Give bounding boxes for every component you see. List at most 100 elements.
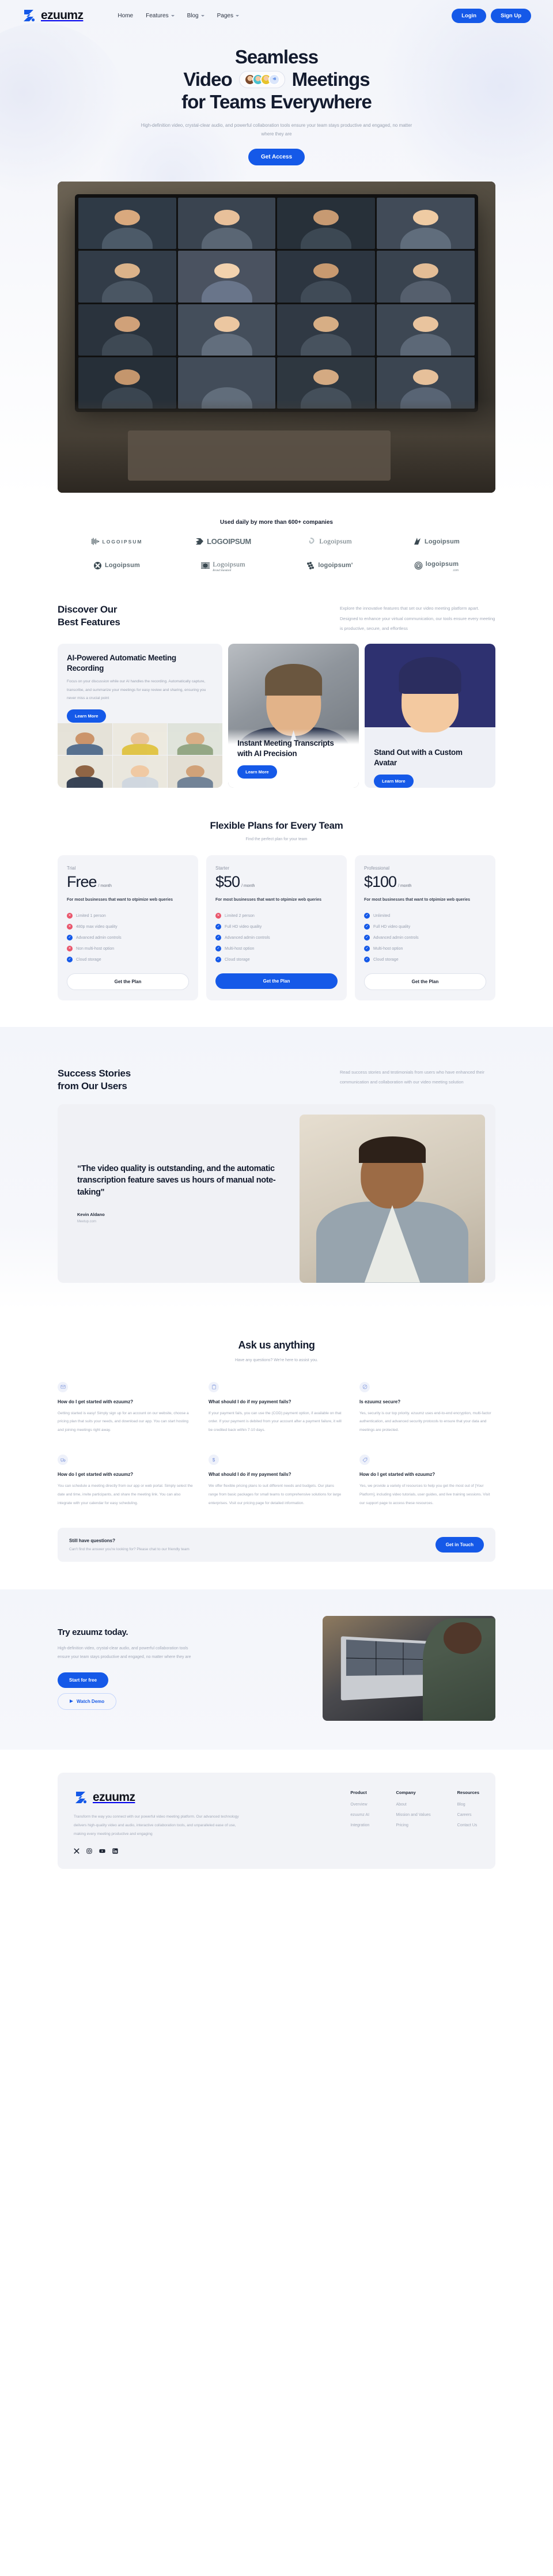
laptop: [340, 1636, 431, 1701]
nav-item-pages[interactable]: Pages: [217, 13, 239, 19]
cta-text-block: Try ezuumz today. High-definition video,…: [58, 1627, 305, 1710]
plan-feature-label: Limited 2 person: [225, 913, 255, 918]
still-text-block: Still have questions? Can't find the ans…: [69, 1538, 190, 1551]
nav-item-blog[interactable]: Blog: [187, 13, 204, 19]
stripes-icon: [201, 561, 210, 570]
footer-link-columns: Product Overview ezuumz AI Integration C…: [350, 1790, 479, 1854]
testimonial-photo-wrap: [300, 1104, 495, 1283]
get-the-plan-button[interactable]: Get the Plan: [364, 973, 486, 991]
stories-title: Success Stories from Our Users: [58, 1067, 131, 1093]
footer-link[interactable]: Blog: [457, 1803, 479, 1807]
footer-link[interactable]: Contact Us: [457, 1823, 479, 1827]
footer-link[interactable]: ezuumz AI: [350, 1813, 369, 1817]
feature-card-content: Stand Out with a Custom Avatar Learn Mor…: [365, 738, 495, 788]
check-icon: ✓: [364, 946, 370, 952]
watch-demo-button[interactable]: Watch Demo: [58, 1693, 117, 1710]
site-header: ezuumz Home Features Blog Pages Login Si…: [0, 0, 553, 29]
faq-answer: If your payment fails, you can use the (…: [209, 1411, 342, 1433]
get-the-plan-button[interactable]: Get the Plan: [215, 973, 338, 989]
footer-link[interactable]: Integration: [350, 1823, 369, 1827]
video-tile: [377, 198, 475, 250]
youtube-icon[interactable]: [99, 1848, 105, 1854]
learn-more-button[interactable]: Learn More: [67, 709, 107, 723]
footer-brand-logo[interactable]: ezuumz: [74, 1790, 247, 1805]
plan-feature-list: ✓ Unlimited ✓ Full HD video quality ✓ Advan…: [364, 913, 486, 963]
plan-price: $50/ month: [215, 873, 338, 891]
keyboard: [127, 430, 391, 481]
login-button[interactable]: Login: [452, 8, 487, 23]
learn-more-button[interactable]: Learn More: [374, 775, 414, 788]
testimonial-quote: “The video quality is outstanding, and t…: [77, 1164, 276, 1197]
footer-column-product: Product Overview ezuumz AI Integration: [350, 1790, 369, 1854]
header-actions: Login Sign Up: [452, 8, 531, 23]
monitor: [75, 194, 478, 412]
faq-question[interactable]: How do I get started with ezuumz?: [58, 1399, 194, 1404]
feature-cards: AI-Powered Automatic Meeting Recording F…: [58, 644, 495, 788]
start-for-free-button[interactable]: Start for free: [58, 1672, 109, 1688]
features-title-line1: Discover Our: [58, 604, 118, 615]
envelope-icon: [58, 1381, 68, 1392]
learn-more-button[interactable]: Learn More: [237, 765, 277, 779]
footer-column-heading: Resources: [457, 1790, 479, 1796]
stories-title-line2: from Our Users: [58, 1080, 127, 1091]
footer-link[interactable]: About: [396, 1803, 430, 1807]
cta-section: Try ezuumz today. High-definition video,…: [0, 1589, 553, 1750]
footer-link[interactable]: Overview: [350, 1803, 369, 1807]
check-icon: ✓: [215, 946, 221, 952]
nav-label: Home: [118, 12, 134, 19]
faq-item: How do I get started with ezuumz? Gettin…: [58, 1381, 194, 1436]
linkedin-icon[interactable]: [112, 1848, 118, 1854]
stories-title-line1: Success Stories: [58, 1068, 131, 1079]
video-call-grid: [78, 198, 475, 409]
check-icon: ✓: [215, 957, 221, 963]
feature-card-photo: [58, 723, 223, 788]
plan-feature-label: Unlimited: [373, 913, 391, 918]
faq-question[interactable]: What should I do if my payment fails?: [209, 1399, 344, 1404]
faq-question[interactable]: Is ezuumz secure?: [359, 1399, 495, 1404]
cross-icon: ✕: [67, 946, 73, 952]
plan-feature: ✓ Unlimited: [364, 913, 486, 919]
plan-feature-label: 480p max video quality: [76, 924, 118, 929]
instagram-icon[interactable]: [86, 1848, 92, 1854]
faq-question[interactable]: What should I do if my payment fails?: [209, 1472, 344, 1477]
client-logo: LOGOIPSUM: [170, 537, 276, 546]
feature-card-avatar[interactable]: Stand Out with a Custom Avatar Learn Mor…: [365, 644, 495, 788]
get-in-touch-button[interactable]: Get in Touch: [435, 1537, 484, 1553]
footer-link[interactable]: Mission and Values: [396, 1813, 430, 1817]
nav-item-home[interactable]: Home: [118, 13, 133, 19]
brand-name: ezuumz: [41, 9, 84, 22]
feature-card-title: AI-Powered Automatic Meeting Recording: [67, 654, 176, 673]
footer-link[interactable]: Careers: [457, 1813, 479, 1817]
faq-subtitle: Have any questions? We're here to assist…: [234, 1358, 318, 1362]
hero-headline: Seamless Video +9 Meetings for Teams Eve…: [0, 46, 553, 114]
cta-buttons: Start for free Watch Demo: [58, 1672, 305, 1710]
feature-card-ai-recording[interactable]: AI-Powered Automatic Meeting Recording F…: [58, 644, 223, 788]
get-access-button[interactable]: Get Access: [248, 149, 305, 166]
plan-feature-label: Full HD video quality: [373, 924, 411, 929]
laptop-screen: [346, 1640, 428, 1676]
truck-icon: [58, 1455, 68, 1465]
stories-inner: Success Stories from Our Users Read succ…: [0, 1027, 553, 1283]
plan-price-period: / month: [398, 884, 412, 889]
check-icon: ✓: [67, 957, 73, 963]
feature-card-transcripts[interactable]: Instant Meeting Transcripts with AI Prec…: [228, 644, 359, 788]
stories-header: Success Stories from Our Users Read succ…: [58, 1027, 495, 1093]
signup-button[interactable]: Sign Up: [491, 8, 531, 23]
bars-icon: [91, 537, 100, 546]
nav-item-features[interactable]: Features: [146, 13, 175, 19]
brand-logo[interactable]: ezuumz: [22, 8, 84, 23]
no-entry-icon: [359, 1381, 370, 1392]
plan-feature: ✓ Cloud storage: [364, 957, 486, 963]
ezuumz-logomark-icon: [74, 1790, 89, 1805]
footer-link[interactable]: Pricing: [396, 1823, 430, 1827]
hero-word-meetings: Meetings: [291, 68, 370, 90]
faq-question[interactable]: How do I get started with ezuumz?: [359, 1472, 495, 1477]
get-the-plan-button[interactable]: Get the Plan: [67, 973, 189, 991]
plan-feature: ✕ 480p max video quality: [67, 924, 189, 930]
footer-column-resources: Resources Blog Careers Contact Us: [457, 1790, 479, 1854]
x-icon[interactable]: [74, 1848, 79, 1854]
video-tile: [377, 304, 475, 356]
faq-item: Is ezuumz secure? Yes, security is our t…: [359, 1381, 495, 1436]
play-icon: [70, 1699, 73, 1704]
faq-question[interactable]: How do I get started with ezuumz?: [58, 1472, 194, 1477]
